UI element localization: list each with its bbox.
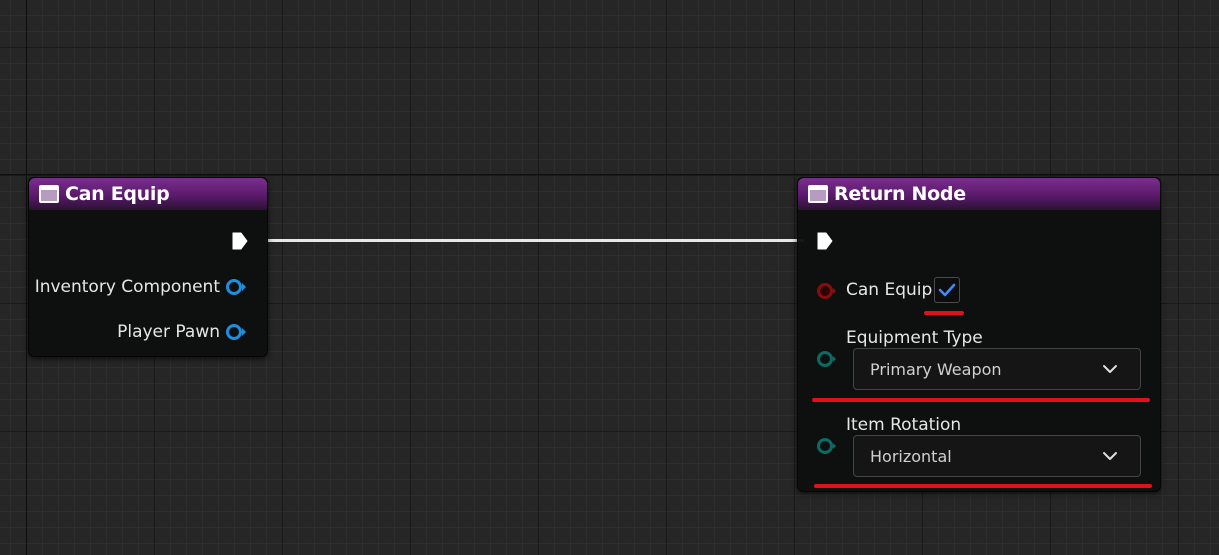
item-rotation-dropdown[interactable]: Horizontal: [853, 435, 1141, 477]
highlight-underline: [924, 311, 964, 315]
object-pin-icon[interactable]: [225, 323, 247, 341]
can-equip-checkbox[interactable]: [934, 277, 960, 303]
return-node-header[interactable]: Return Node: [798, 178, 1160, 210]
equipment-type-value: Primary Weapon: [870, 359, 1002, 379]
node-title: Can Equip: [65, 183, 170, 205]
input-label-can-equip: Can Equip: [846, 280, 933, 300]
highlight-underline: [812, 398, 1150, 402]
input-label-equipment-type: Equipment Type: [846, 328, 983, 348]
bool-pin-icon[interactable]: [816, 282, 838, 300]
highlight-underline: [814, 484, 1152, 488]
can-equip-node[interactable]: Can Equip Inventory Component Player Paw…: [28, 177, 268, 357]
graph-axis-horizontal: [0, 174, 1219, 175]
can-equip-node-header[interactable]: Can Equip: [29, 178, 267, 210]
node-title: Return Node: [834, 183, 966, 205]
object-pin-icon[interactable]: [225, 278, 247, 296]
chevron-down-icon: [1103, 365, 1117, 373]
function-icon: [39, 185, 59, 203]
function-icon: [808, 185, 828, 203]
chevron-down-icon: [1103, 452, 1117, 460]
equipment-type-dropdown[interactable]: Primary Weapon: [853, 348, 1141, 390]
exec-wire[interactable]: [266, 239, 804, 242]
output-label-inventory-component: Inventory Component: [34, 277, 220, 297]
input-label-item-rotation: Item Rotation: [846, 415, 962, 435]
exec-in-pin-icon[interactable]: [816, 231, 834, 251]
output-label-player-pawn: Player Pawn: [117, 322, 220, 342]
item-rotation-value: Horizontal: [870, 446, 952, 466]
exec-out-pin-icon[interactable]: [231, 231, 249, 251]
return-node[interactable]: Return Node Can Equip Equipment Type Pri…: [797, 177, 1161, 492]
graph-axis-vertical: [26, 0, 27, 555]
checkmark-icon: [938, 283, 956, 297]
enum-pin-icon[interactable]: [816, 437, 838, 455]
enum-pin-icon[interactable]: [816, 350, 838, 368]
